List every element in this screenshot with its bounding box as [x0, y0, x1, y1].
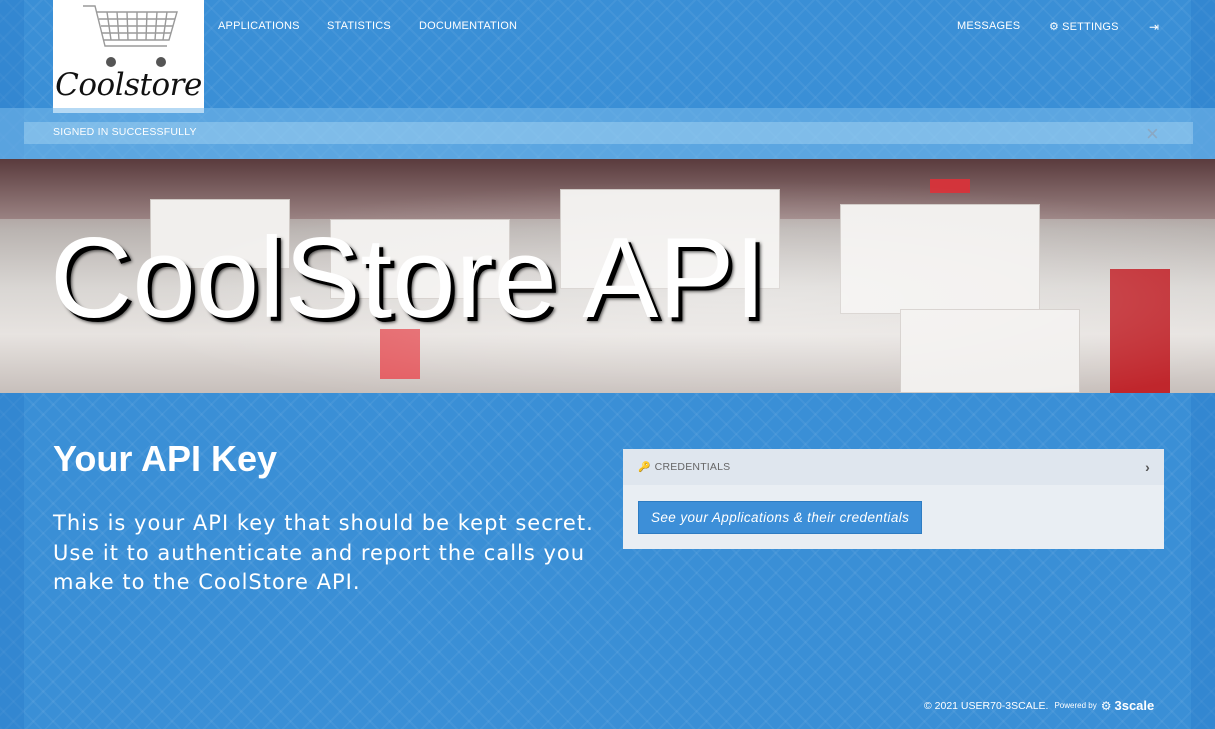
hero-banner: CoolStore API [0, 159, 1215, 393]
powered-by-badge[interactable]: Powered by ⚙ 3scale [1054, 698, 1154, 713]
nav-messages[interactable]: MESSAGES [957, 20, 1020, 32]
sign-out-icon[interactable]: ⇥ [1149, 20, 1159, 34]
powered-by-label: Powered by [1054, 701, 1097, 710]
credentials-panel: 🔑 CREDENTIALS › See your Applications & … [623, 449, 1164, 549]
alert-message: SIGNED IN SUCCESSFULLY [53, 126, 197, 138]
nav-settings-label: SETTINGS [1062, 21, 1119, 33]
key-icon: 🔑 [638, 461, 651, 473]
shopping-cart-icon [83, 5, 178, 67]
alert-bar [24, 122, 1193, 144]
footer: © 2021 USER70-3SCALE. Powered by ⚙ 3scal… [924, 698, 1154, 713]
view-credentials-button[interactable]: See your Applications & their credential… [638, 501, 923, 534]
page-description: This is your API key that should be kept… [53, 511, 594, 594]
nav-settings[interactable]: ⚙ SETTINGS [1049, 20, 1119, 33]
nav-documentation[interactable]: DOCUMENTATION [419, 20, 517, 32]
copyright-text: © 2021 USER70-3SCALE. [924, 699, 1049, 712]
credentials-header-label: CREDENTIALS [654, 461, 731, 473]
coolstore-logo[interactable]: Coolstore [53, 0, 204, 113]
powered-brand: 3scale [1114, 698, 1155, 713]
nav-applications[interactable]: APPLICATIONS [218, 20, 300, 32]
nav-statistics[interactable]: STATISTICS [327, 20, 391, 32]
credentials-panel-header[interactable]: 🔑 CREDENTIALS › [623, 449, 1164, 485]
gears-icon: ⚙ [1049, 21, 1060, 33]
close-icon[interactable]: × [1146, 123, 1159, 145]
page-title: Your API Key [53, 438, 278, 479]
chevron-right-icon[interactable]: › [1145, 459, 1150, 475]
top-navbar: Coolstore APPLICATIONS STATISTICS DOCUME… [0, 0, 1215, 113]
logo-text: Coolstore [55, 67, 202, 103]
hero-title: CoolStore API [50, 215, 767, 342]
gear-icon: ⚙ [1100, 698, 1112, 713]
